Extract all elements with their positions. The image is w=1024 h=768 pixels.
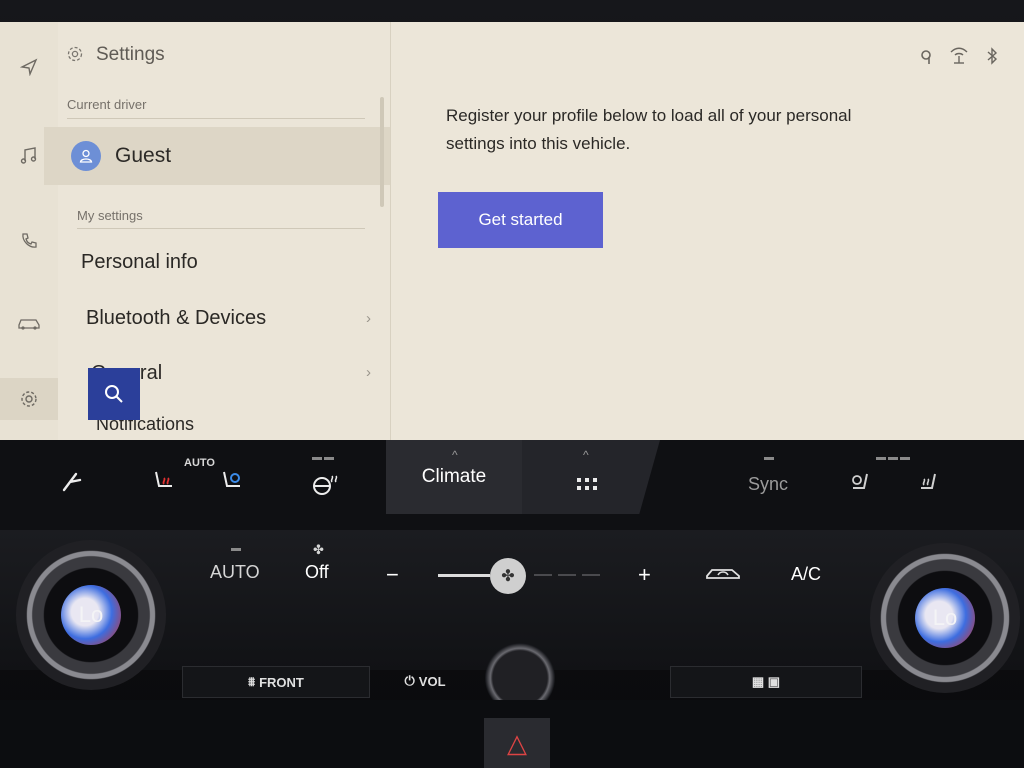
volume-label: VOL <box>418 673 446 689</box>
seat-recline-icon[interactable] <box>60 470 86 500</box>
infotainment-screen: Settings Current driver Guest My setting… <box>0 22 1024 440</box>
front-defrost-label: FRONT <box>259 674 304 690</box>
auto-label: AUTO <box>184 457 215 469</box>
fan-plus-button[interactable]: + <box>638 562 651 588</box>
level-indicator: ▬ <box>764 452 776 463</box>
wifi-hotspot-icon <box>948 46 970 71</box>
divider <box>67 118 365 119</box>
hazard-button[interactable]: △ <box>484 718 550 768</box>
rear-defrost-button[interactable]: ▦ ▣ <box>670 666 862 698</box>
fan-slider-step <box>534 574 552 576</box>
ventilated-seat-icon[interactable] <box>218 468 246 502</box>
recirculation-icon[interactable] <box>704 564 742 587</box>
fan-slider-handle[interactable]: ✤ <box>490 558 526 594</box>
level-indicator: ▬ <box>231 543 243 554</box>
get-started-button[interactable]: Get started <box>438 192 603 248</box>
settings-gear-icon <box>66 45 84 68</box>
passenger-ventilated-seat-icon[interactable] <box>847 470 875 504</box>
bluetooth-icon <box>986 46 998 71</box>
sync-button[interactable]: Sync <box>748 474 788 495</box>
level-indicator: ▬▬ <box>312 452 336 463</box>
fan-icon: ✤ <box>313 542 324 557</box>
page-title: Settings <box>96 44 165 65</box>
chevron-right-icon: › <box>366 310 371 327</box>
right-temp-display: Lo <box>915 588 975 648</box>
power-icon: ⏻ <box>404 673 415 688</box>
fan-minus-button[interactable]: − <box>386 562 399 588</box>
menu-item-personal-info[interactable]: Personal info <box>81 251 198 274</box>
search-button[interactable] <box>88 368 140 420</box>
front-defrost-button[interactable]: ⩩ FRONT <box>182 666 370 698</box>
level-indicator: ▬▬▬ <box>876 452 912 463</box>
right-temp-dial[interactable]: Lo <box>870 543 1020 693</box>
current-driver-row[interactable]: Guest <box>44 127 390 185</box>
passenger-heated-seat-icon[interactable] <box>915 470 943 504</box>
car-icon[interactable] <box>0 302 58 344</box>
side-rail <box>0 22 58 440</box>
navigation-icon[interactable] <box>0 46 58 88</box>
divider <box>77 228 365 229</box>
fan-slider-fill <box>438 574 490 577</box>
fan-slider-step <box>558 574 576 576</box>
tab-climate-label: Climate <box>421 466 487 487</box>
ac-button[interactable]: A/C <box>791 564 821 585</box>
fan-slider-step <box>582 574 600 576</box>
my-settings-label: My settings <box>77 208 143 223</box>
auto-button[interactable]: AUTO <box>210 562 260 583</box>
list-scrollbar[interactable] <box>380 97 384 207</box>
current-driver-label: Current driver <box>67 97 147 112</box>
menu-item-bluetooth-devices[interactable]: Bluetooth & Devices <box>86 307 266 330</box>
qi-charging-icon <box>920 46 934 71</box>
defrost-icon: ⩩ <box>248 674 256 689</box>
chevron-right-icon: › <box>366 364 371 381</box>
rear-defrost-icon: ▦ ▣ <box>751 674 781 689</box>
apps-grid-icon[interactable] <box>576 474 598 500</box>
chevron-up-icon: ^ <box>452 448 458 462</box>
search-icon <box>105 385 123 403</box>
register-text: Register your profile below to load all … <box>446 106 852 153</box>
settings-icon[interactable] <box>0 378 58 420</box>
left-temp-display: Lo <box>61 585 121 645</box>
heated-steering-icon[interactable] <box>310 470 338 504</box>
left-temp-dial[interactable]: Lo <box>16 540 166 690</box>
fan-state[interactable]: Off <box>305 562 329 583</box>
phone-icon[interactable] <box>0 220 58 262</box>
avatar <box>71 141 101 171</box>
chevron-up-icon: ^ <box>583 448 589 462</box>
heated-seat-icon[interactable] <box>150 468 178 502</box>
driver-name: Guest <box>115 144 172 167</box>
hazard-icon: △ <box>507 727 527 758</box>
volume-label-area: ⏻ VOL <box>370 666 480 696</box>
